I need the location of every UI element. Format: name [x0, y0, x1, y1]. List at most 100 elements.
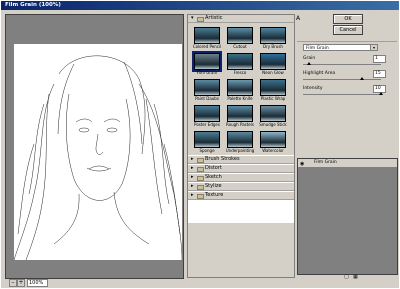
thumbnail-image	[194, 105, 220, 122]
category-artistic[interactable]: ▾ Artistic	[188, 15, 294, 23]
filter-thumbnail[interactable]: Fresco	[227, 53, 253, 75]
param-value-field[interactable]: 15	[373, 70, 386, 78]
filter-thumbnail[interactable]: Rough Pastels	[226, 105, 254, 127]
slider-knob[interactable]	[360, 77, 364, 80]
category-label: Distort	[205, 165, 222, 171]
expand-arrow-icon: ▸	[191, 165, 194, 171]
layer-tools: ▢ ▦	[297, 275, 396, 281]
filter-thumbnail[interactable]: Sponge	[194, 131, 220, 153]
gallery-empty-area	[188, 223, 294, 277]
folder-icon	[197, 17, 204, 22]
title-bar: Film Grain (100%)	[1, 1, 399, 10]
thumbnail-label: Colored Pencil	[192, 44, 222, 49]
filter-select-value: Film Grain	[306, 46, 329, 51]
thumbnail-label: Fresco	[233, 70, 247, 75]
filter-category[interactable]: ▸ Distort	[188, 165, 294, 173]
effect-layers-panel: ◉ Film Grain	[297, 158, 398, 275]
effect-layer-label: Film Grain	[314, 160, 337, 165]
expand-arrow-icon: ▸	[191, 183, 194, 189]
thumbnail-label: Poster Edges	[194, 122, 220, 127]
zoom-out-button[interactable]: –	[9, 279, 17, 287]
chevron-down-icon: ▾	[370, 45, 377, 50]
thumbnail-label: Watercolor	[262, 148, 284, 153]
filter-category[interactable]: ▸ Texture	[188, 192, 294, 200]
expand-arrow-icon: ▸	[191, 174, 194, 180]
zoom-bar: – + 100%	[5, 278, 183, 287]
expand-arrow-icon: ▾	[191, 15, 194, 21]
delete-effect-layer-icon[interactable]: ▦	[353, 275, 358, 280]
collapse-gallery-icon[interactable]: A	[296, 15, 300, 22]
filter-thumbnail[interactable]: Colored Pencil	[192, 27, 222, 49]
thumbnail-label: Plastic Wrap	[260, 96, 286, 101]
thumbnail-label: Sponge	[199, 148, 215, 153]
thumbnail-label: Film Grain	[196, 70, 218, 75]
filter-thumbnail[interactable]: Watercolor	[260, 131, 286, 153]
filter-category[interactable]: ▸ Sketch	[188, 174, 294, 182]
filter-thumbnail[interactable]: Underpainting	[226, 131, 254, 153]
filter-thumbnail[interactable]: Plastic Wrap	[260, 79, 286, 101]
effect-layer-row[interactable]: ◉ Film Grain	[298, 159, 397, 167]
thumbnail-label: Cutout	[233, 44, 247, 49]
thumbnail-image	[260, 79, 286, 96]
filter-thumbnail[interactable]: Palette Knife	[227, 79, 253, 101]
category-label: Texture	[205, 192, 224, 198]
category-label: Artistic	[205, 15, 223, 21]
filter-thumbnail[interactable]: Neon Glow	[260, 53, 286, 75]
thumbnail-image	[194, 27, 220, 44]
filter-thumbnail[interactable]: Poster Edges	[194, 105, 220, 127]
thumbnail-label: Paint Daubs	[195, 96, 219, 101]
filter-thumbnail[interactable]: Film Grain	[192, 51, 222, 75]
filter-gallery: ▾ Artistic Colored Pencil Cutout Dry Brush…	[187, 14, 295, 278]
category-label: Sketch	[205, 174, 222, 180]
filter-thumbnail[interactable]: Dry Brush	[260, 27, 286, 49]
param-slider[interactable]	[303, 77, 381, 80]
thumbnail-image	[192, 51, 222, 72]
folder-icon	[197, 194, 204, 199]
thumbnail-image	[227, 27, 253, 44]
filter-thumbnails: Colored Pencil Cutout Dry Brush Film Grain F…	[188, 23, 294, 155]
filter-category[interactable]: ▸ Stylize	[188, 183, 294, 191]
thumbnail-image	[227, 105, 253, 122]
settings-panel: A OK Cancel Film Grain ▾ Grain 1 Highlight…	[296, 14, 398, 280]
film-grain-dialog: Film Grain (100%) – + 100% ▾ Artistic Co…	[0, 0, 400, 289]
expand-arrow-icon: ▸	[191, 192, 194, 198]
param-value-field[interactable]: 1	[373, 55, 386, 63]
window-title: Film Grain (100%)	[5, 2, 61, 8]
category-label: Brush Strokes	[205, 156, 240, 162]
folder-icon	[197, 167, 204, 172]
thumbnail-label: Palette Knife	[227, 96, 253, 101]
filter-select[interactable]: Film Grain ▾	[303, 44, 378, 51]
folder-icon	[197, 176, 204, 181]
thumbnail-image	[260, 53, 286, 70]
folder-icon	[197, 158, 204, 163]
thumbnail-label: Dry Brush	[263, 44, 283, 49]
folder-icon	[197, 185, 204, 190]
thumbnail-label: Smudge Stick	[259, 122, 287, 127]
visibility-eye-icon[interactable]: ◉	[300, 160, 304, 168]
param-label: Highlight Area	[303, 71, 336, 76]
param-slider[interactable]	[303, 92, 383, 95]
preview-image	[14, 44, 182, 260]
filter-settings: Film Grain ▾ Grain 1 Highlight Area 15 Inten…	[297, 41, 397, 165]
new-effect-layer-icon[interactable]: ▢	[344, 275, 349, 280]
filter-thumbnail[interactable]: Paint Daubs	[194, 79, 220, 101]
thumbnail-label: Neon Glow	[262, 70, 284, 75]
param-slider[interactable]	[303, 62, 381, 65]
thumbnail-label: Rough Pastels	[226, 122, 254, 127]
thumbnail-image	[194, 131, 220, 148]
preview-pane[interactable]	[5, 14, 184, 279]
slider-knob[interactable]	[306, 62, 311, 65]
thumbnail-image	[260, 131, 286, 148]
filter-thumbnail[interactable]: Smudge Stick	[259, 105, 287, 127]
thumbnail-image	[227, 79, 253, 96]
thumbnail-image	[227, 53, 253, 70]
slider-knob[interactable]	[379, 92, 383, 95]
zoom-in-button[interactable]: +	[17, 279, 25, 287]
thumbnail-image	[260, 27, 286, 44]
zoom-level-field[interactable]: 100%	[27, 279, 48, 287]
param-label: Grain	[303, 56, 316, 61]
filter-category[interactable]: ▸ Brush Strokes	[188, 156, 294, 164]
ok-button[interactable]: OK	[333, 14, 363, 24]
filter-thumbnail[interactable]: Cutout	[227, 27, 253, 49]
cancel-button[interactable]: Cancel	[333, 25, 363, 35]
